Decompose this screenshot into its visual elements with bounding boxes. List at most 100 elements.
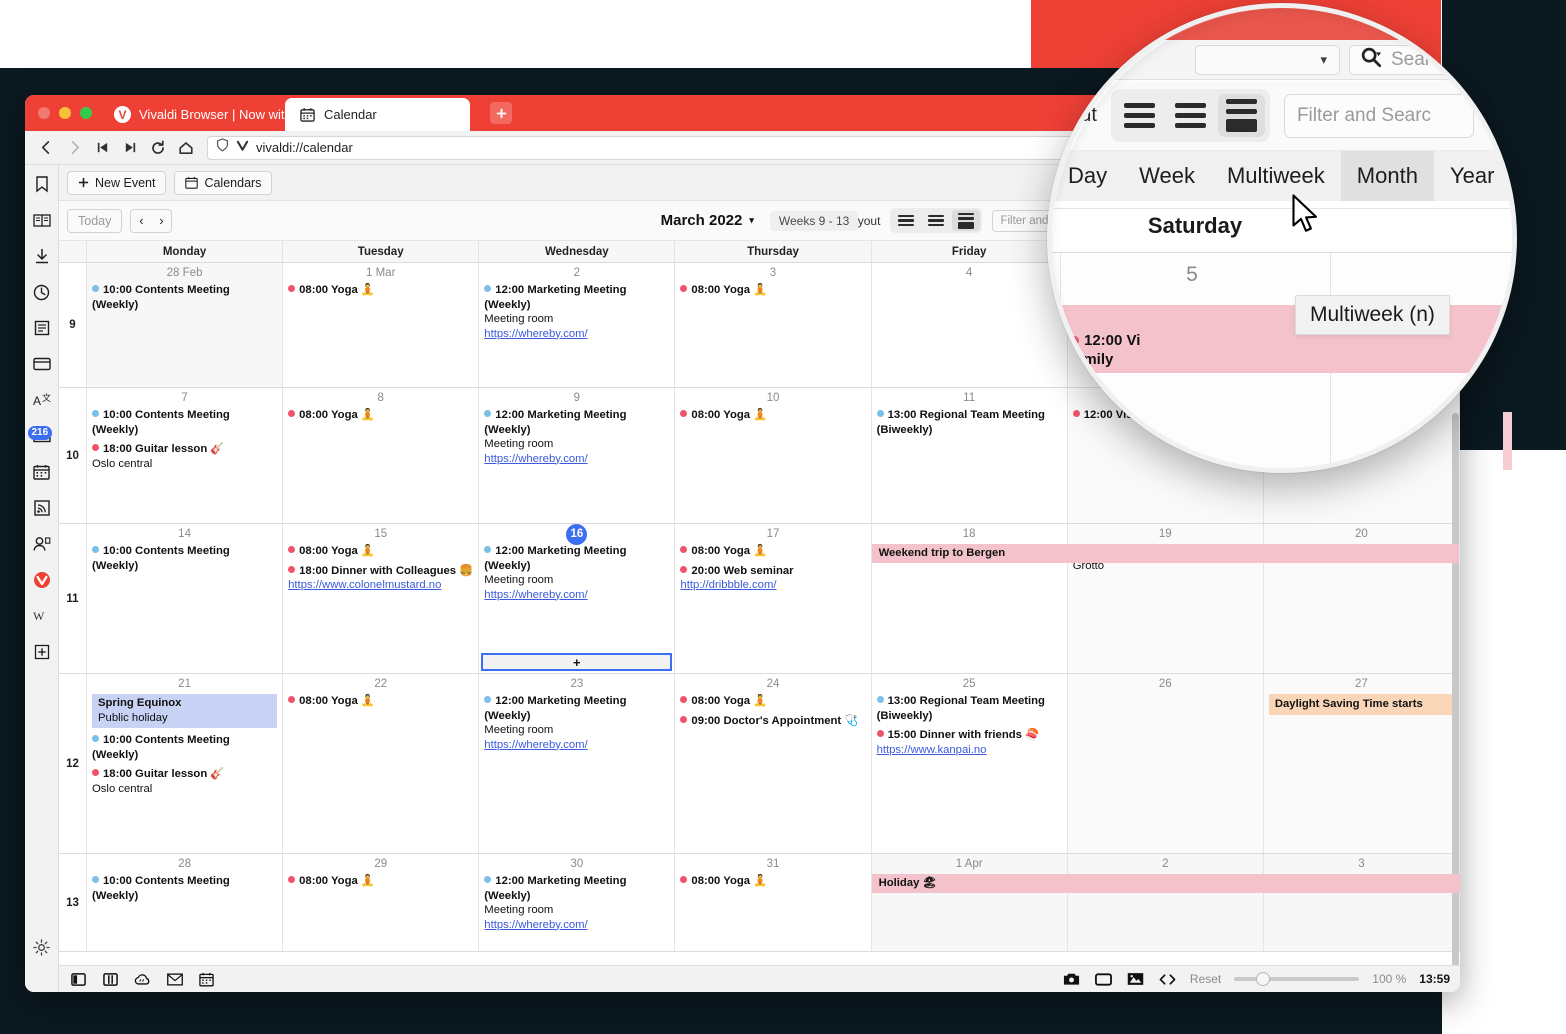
home-button[interactable]	[173, 135, 199, 161]
day-cell[interactable]: 28 Feb 10:00 Contents Meeting (Weekly)	[87, 263, 284, 387]
zoom-reset-button[interactable]: Reset	[1190, 972, 1221, 986]
calendar-event[interactable]: 12:00 Marketing Meeting (Weekly) Meeting …	[484, 283, 669, 341]
calendar-event[interactable]: 10:00 Contents Meeting (Weekly)	[92, 733, 277, 762]
week-number[interactable]: 13	[59, 854, 87, 951]
developer-icon[interactable]	[1158, 971, 1177, 988]
calendar-event[interactable]: 08:00 Yoga 🧘	[288, 544, 473, 559]
event-link[interactable]: https://whereby.com/	[484, 327, 669, 342]
day-cell[interactable]: 11 13:00 Regional Team Meeting (Biweekly)	[872, 388, 1068, 523]
day-cell[interactable]: 8 08:00 Yoga 🧘	[283, 388, 480, 523]
vivaldi-icon[interactable]	[31, 569, 53, 591]
calendars-button[interactable]: Calendars	[174, 170, 273, 195]
layout-compact-button[interactable]	[892, 210, 920, 231]
notes-icon[interactable]	[31, 317, 53, 339]
contacts-icon[interactable]	[31, 533, 53, 555]
calendar-event[interactable]: 08:00 Yoga 🧘	[288, 283, 473, 298]
lens-tab-week[interactable]: Week	[1123, 151, 1211, 201]
calendar-event[interactable]: 08:00 Yoga 🧘	[680, 544, 865, 559]
day-cell[interactable]: 23 12:00 Marketing Meeting (Weekly) Meetin…	[479, 674, 676, 853]
calendar-event[interactable]: 10:00 Contents Meeting (Weekly)	[92, 544, 277, 573]
day-cell[interactable]: 30 12:00 Marketing Meeting (Weekly) Meetin…	[479, 854, 676, 951]
calendar-event[interactable]: 08:00 Yoga 🧘	[288, 874, 473, 889]
day-cell[interactable]: 26	[1067, 674, 1264, 853]
week-number[interactable]: 11	[59, 524, 87, 673]
fullscreen-icon[interactable]	[1094, 971, 1113, 988]
layout-detailed-button[interactable]	[952, 210, 981, 231]
new-event-button[interactable]: New Event	[67, 170, 167, 195]
today-button[interactable]: Today	[67, 208, 123, 233]
calendar-event[interactable]: 08:00 Yoga 🧘	[288, 408, 473, 423]
panel-toggle-icon[interactable]	[69, 971, 88, 988]
page-title[interactable]: March 2022 ▾	[661, 212, 754, 229]
lens-tab-month[interactable]: Month	[1340, 151, 1434, 201]
add-event-slot[interactable]: +	[481, 653, 673, 671]
event-link[interactable]: https://whereby.com/	[484, 738, 669, 753]
day-cell[interactable]: 27 Daylight Saving Time starts	[1263, 674, 1460, 853]
day-cell[interactable]: 31 08:00 Yoga 🧘	[675, 854, 872, 951]
calendar-icon[interactable]	[31, 461, 53, 483]
day-cell[interactable]: 3 08:00 Yoga 🧘	[675, 263, 872, 387]
all-day-event[interactable]: Spring Equinox Public holiday	[92, 694, 278, 728]
week-number[interactable]: 9	[59, 263, 87, 387]
multi-day-event-bar[interactable]: Weekend trip to Bergen	[871, 544, 1459, 563]
gear-icon[interactable]	[31, 936, 53, 958]
layout-medium-button[interactable]	[922, 210, 950, 231]
history-icon[interactable]	[31, 281, 53, 303]
minimize-window-button[interactable]	[59, 107, 71, 119]
day-cell[interactable]: 24 08:00 Yoga 🧘 09:00 Doctor's Appointment…	[675, 674, 872, 853]
event-link[interactable]: https://whereby.com/	[484, 588, 669, 603]
rewind-button[interactable]	[89, 135, 115, 161]
zoom-slider-handle[interactable]	[1256, 972, 1271, 986]
cloud-icon[interactable]	[133, 971, 152, 988]
calendar-event[interactable]: 13:00 Regional Team Meeting (Biweekly)	[876, 408, 1062, 437]
zoom-slider[interactable]	[1234, 972, 1360, 986]
lens-search-input[interactable]: Search Eco	[1349, 44, 1512, 75]
mail-icon[interactable]: 216	[27, 425, 53, 447]
day-cell[interactable]: 21 Spring Equinox Public holiday 10:00 Cont…	[87, 674, 284, 853]
day-cell[interactable]: 9 12:00 Marketing Meeting (Weekly) Meeting…	[479, 388, 676, 523]
calendar-event[interactable]: 12:00 Marketing Meeting (Weekly) Meeting …	[484, 874, 669, 932]
tab-vivaldi-browser[interactable]: V Vivaldi Browser | Now with	[100, 98, 285, 131]
event-link[interactable]: https://whereby.com/	[484, 918, 669, 933]
date-stepper[interactable]: ‹ ›	[130, 208, 173, 233]
calendar-event[interactable]: 08:00 Yoga 🧘	[288, 694, 473, 709]
shield-icon[interactable]	[216, 138, 229, 157]
add-panel-icon[interactable]	[31, 641, 53, 663]
calendar-event[interactable]: 08:00 Yoga 🧘	[680, 283, 865, 298]
week-number[interactable]: 12	[59, 674, 87, 853]
lens-profile-select[interactable]: ▾	[1195, 44, 1340, 75]
day-cell[interactable]: 25 13:00 Regional Team Meeting (Biweekly)…	[872, 674, 1068, 853]
new-tab-button[interactable]	[490, 102, 512, 124]
bookmarks-icon[interactable]	[31, 173, 53, 195]
calendar-event[interactable]: 18:00 Dinner with Colleagues 🍔 https://ww…	[288, 564, 473, 593]
day-cell[interactable]: 7 10:00 Contents Meeting (Weekly) 18:00 Gu…	[87, 388, 284, 523]
window-controls[interactable]	[38, 107, 92, 119]
downloads-icon[interactable]	[31, 245, 53, 267]
image-toggle-icon[interactable]	[1126, 971, 1145, 988]
feeds-icon[interactable]	[31, 497, 53, 519]
day-cell[interactable]: 15 08:00 Yoga 🧘 18:00 Dinner with Colleagu…	[283, 524, 480, 673]
day-cell[interactable]: 3	[1263, 854, 1460, 951]
calendar-event[interactable]: 10:00 Contents Meeting (Weekly)	[92, 874, 277, 903]
forward-button[interactable]	[61, 135, 87, 161]
lens-layout-detailed-button[interactable]	[1217, 94, 1265, 137]
week-number[interactable]: 10	[59, 388, 87, 523]
calendar-event[interactable]: 12:00 Marketing Meeting (Weekly) Meeting …	[484, 544, 669, 602]
wikipedia-icon[interactable]: W	[31, 605, 53, 627]
lens-layout-medium-button[interactable]	[1167, 94, 1214, 137]
close-window-button[interactable]	[38, 107, 50, 119]
day-cell[interactable]: 10 08:00 Yoga 🧘	[675, 388, 872, 523]
calendar-event[interactable]: 09:00 Doctor's Appointment 🩺	[680, 714, 865, 729]
calendar-event[interactable]: 18:00 Guitar lesson 🎸 Oslo central	[92, 442, 277, 471]
day-cell[interactable]: 28 10:00 Contents Meeting (Weekly)	[87, 854, 284, 951]
day-cell[interactable]: 16 12:00 Marketing Meeting (Weekly) Meetin…	[479, 524, 676, 673]
calendar-event[interactable]: 13:00 Regional Team Meeting (Biweekly)	[876, 694, 1062, 723]
day-cell[interactable]: 17 08:00 Yoga 🧘 20:00 Web seminar http://dr…	[675, 524, 872, 673]
calendar-event[interactable]: 10:00 Contents Meeting (Weekly)	[92, 283, 277, 312]
day-cell[interactable]: 29 08:00 Yoga 🧘	[283, 854, 480, 951]
mail-icon[interactable]	[165, 971, 184, 988]
event-link[interactable]: https://whereby.com/	[484, 452, 669, 467]
lens-tab-day[interactable]: Day	[1052, 151, 1123, 201]
multi-day-event-bar[interactable]: Holiday 🏖	[871, 874, 1460, 893]
fastforward-button[interactable]	[117, 135, 143, 161]
